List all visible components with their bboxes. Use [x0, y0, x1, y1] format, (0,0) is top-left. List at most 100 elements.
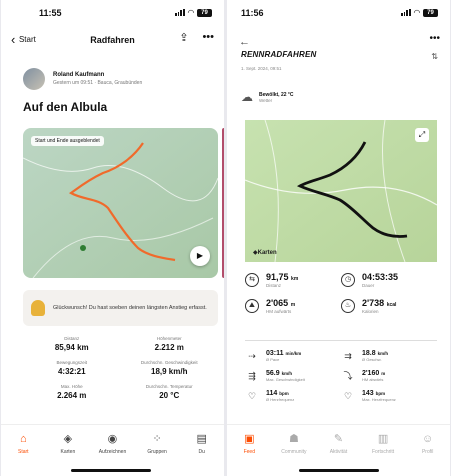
activity-date: 1. Sept. 2024, 09:51	[241, 66, 282, 71]
play-flyover-button[interactable]: ▶	[190, 246, 210, 266]
detail-stat: ⇶ 56.9 km/h Max. Geschwindigkeit	[245, 370, 341, 382]
stat-label: Höhenmeter	[156, 336, 182, 341]
activity-icon: ✎	[333, 433, 344, 445]
banner-text: Glückwunsch! Du hast soeben deinen längs…	[53, 304, 207, 311]
stat-value: 143 bpm	[362, 390, 386, 397]
battery-icon: 79	[423, 8, 438, 17]
stat-value: 2.264 m	[57, 391, 87, 400]
achievement-banner[interactable]: Glückwunsch! Du hast soeben deinen längs…	[23, 290, 218, 326]
stat-label: Kalorien	[362, 309, 379, 314]
back-arrow-icon[interactable]: ←	[239, 36, 250, 48]
tab-du[interactable]: ▤ Du	[183, 433, 221, 476]
map-label: Start und Ende ausgeblendet	[31, 136, 104, 146]
community-icon: ☗	[288, 433, 299, 445]
stat-label: HM aufwärts	[266, 309, 292, 314]
fitness-app-screen: 11:56 ◠ 79 ← ••• RENNRADFAHREN 1. Sept. …	[227, 0, 450, 476]
stat-label: Distanz	[64, 336, 80, 341]
weather-row: ☁ Bewölkt, 22 °C Wetter	[241, 90, 294, 104]
tab-label: Profil	[421, 449, 434, 455]
progress-icon: ▥	[377, 433, 389, 445]
tab-label: Aktivität	[329, 449, 348, 455]
tab-start[interactable]: ⌂ Start	[4, 433, 42, 476]
detail-stat: ⇉ 18.8 km/h Ø Geschw.	[341, 350, 437, 362]
stat-item: Durchschn. Geschwindigkeit 18,9 km/h	[121, 360, 219, 376]
stat-label: Max. Geschwindigkeit	[266, 377, 305, 382]
home-indicator	[71, 469, 151, 472]
stat-item: Bewegungszeit 4:32:21	[23, 360, 121, 376]
cloud-icon: ☁	[241, 90, 253, 104]
mountain-icon: ⛰	[245, 299, 259, 313]
share-icon[interactable]: ⇪	[179, 31, 188, 44]
profile-icon: ☺	[422, 433, 434, 445]
status-icons: ◠ 79	[174, 8, 212, 17]
stat-label: Distanz	[266, 283, 282, 288]
expand-icon[interactable]: ⤢	[415, 128, 429, 142]
stat-value: 114 bpm	[266, 390, 289, 397]
stat-value: 2.212 m	[154, 343, 184, 352]
summary-stat: ◷ 04:53:35 Dauer	[341, 272, 437, 288]
maps-icon: ◈	[63, 433, 73, 445]
detail-stat: ⇢ 03:11 min/km Ø Pace	[245, 350, 341, 362]
stat-label: Ø Herzfrequenz	[266, 397, 295, 402]
sync-icon[interactable]: ⇅	[431, 52, 438, 61]
feed-icon: ▣	[244, 433, 255, 445]
tab-profil[interactable]: ☺ Profil	[409, 433, 447, 476]
tab-label: Start	[18, 449, 29, 455]
more-icon[interactable]: •••	[202, 31, 214, 44]
more-icon[interactable]: •••	[429, 33, 440, 44]
avatar[interactable]	[23, 68, 45, 90]
wifi-icon: ◠	[187, 8, 194, 17]
status-bar: 11:55 ◠ 79	[1, 0, 224, 26]
tab-label: Karten	[60, 449, 76, 455]
next-media-card[interactable]	[222, 128, 224, 278]
max-speed-icon: ⇶	[248, 371, 256, 381]
signal-icon	[400, 9, 411, 16]
detail-stat: ♡ 114 bpm Ø Herzfrequenz	[245, 390, 341, 402]
battery-icon: 79	[197, 8, 212, 17]
speed-icon: ⇉	[344, 351, 352, 361]
stat-item: Max. Höhe 2.264 m	[23, 384, 121, 400]
stat-label: HM abwärts	[362, 377, 384, 382]
detail-stats: ⇢ 03:11 min/km Ø Pace ⇉ 18.8 km/h Ø Geschw. ⇶ 5…	[245, 350, 437, 402]
stat-value: 2'160 m	[362, 370, 386, 377]
route-map[interactable]: Start und Ende ausgeblendet ▶	[23, 128, 218, 278]
groups-icon: ⁘	[152, 433, 162, 445]
signal-icon	[174, 9, 185, 16]
play-icon: ▶	[196, 251, 204, 260]
record-icon: ◉	[107, 433, 118, 445]
summary-stat: ⇆ 91,75 km Distanz	[245, 272, 341, 288]
summary-stats: ⇆ 91,75 km Distanz ◷ 04:53:35 Dauer ⛰ 2'065 mH…	[245, 272, 437, 314]
stat-value: 18.8 km/h	[362, 350, 389, 357]
stat-value: 18,9 km/h	[151, 367, 188, 376]
stat-label: Max. Höhe	[60, 384, 83, 389]
map-image	[245, 120, 437, 262]
heart-icon: ♡	[247, 391, 257, 401]
nav-bar: ‹ Start Radfahren ⇪ •••	[1, 26, 224, 56]
tab-label: Gruppen	[147, 449, 167, 455]
heart-max-icon: ♡	[343, 391, 353, 401]
wifi-icon: ◠	[413, 8, 420, 17]
stat-item: Distanz 85,94 km	[23, 336, 121, 352]
stat-value: 56.9 km/h	[266, 370, 293, 377]
tab-label: Du	[198, 449, 205, 455]
stat-label: Durchschn. Geschwindigkeit	[140, 360, 198, 365]
status-time: 11:56	[241, 8, 264, 18]
activity-meta: Gestern um 09:51 · Bauca, Graubünden	[53, 80, 143, 86]
stat-item: Durchschn. Temperatur 20 °C	[121, 384, 219, 400]
tab-feed[interactable]: ▣ Feed	[230, 433, 268, 476]
tab-label: Fortschritt	[371, 449, 395, 455]
tab-label: Feed	[243, 449, 255, 455]
track-map[interactable]: ⤢ ◆Karten	[245, 120, 437, 262]
stat-label: Ø Geschw.	[362, 357, 382, 362]
route-icon: ⇆	[245, 273, 259, 287]
stat-value: 85,94 km	[54, 343, 89, 352]
pace-icon: ⇢	[248, 351, 256, 361]
athlete-header[interactable]: Roland Kaufmann Gestern um 09:51 · Bauca…	[1, 56, 224, 96]
clock-icon: ◷	[341, 273, 355, 287]
tab-label: Community	[281, 449, 307, 455]
summary-stat: ♨ 2'738 kcal Kalorien	[341, 298, 437, 314]
stat-value: 04:53:35	[362, 272, 399, 282]
descent-icon: ⤵	[343, 371, 353, 381]
athlete-name: Roland Kaufmann	[53, 72, 105, 78]
status-icons: ◠ 79	[400, 8, 438, 17]
